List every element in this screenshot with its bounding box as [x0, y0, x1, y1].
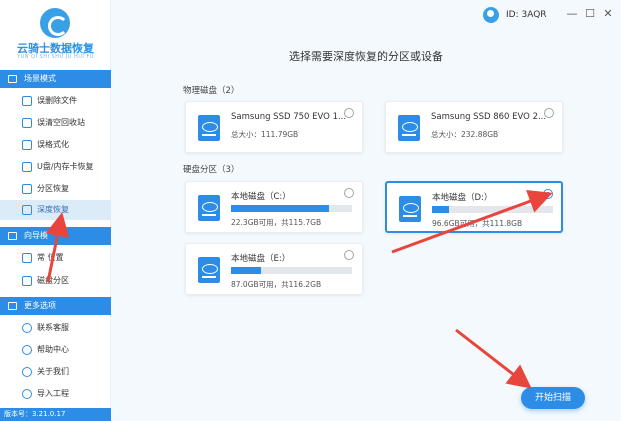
- page-title: 选择需要深度恢复的分区或设备: [289, 50, 443, 63]
- minimize-button[interactable]: —: [565, 7, 579, 21]
- partition-icon: [198, 195, 220, 221]
- sidebar-item-contact-support[interactable]: 联系客服: [0, 318, 111, 338]
- info-icon: [22, 367, 32, 377]
- usage-bar-fill: [231, 267, 262, 274]
- sidebar-item-disk-partition[interactable]: 磁盘分区: [0, 271, 111, 291]
- partition-card-d[interactable]: 本地磁盘（D:） 96.6GB可用，共111.8GB: [385, 181, 563, 233]
- sidebar-item-deleted-files[interactable]: 误删除文件: [0, 91, 111, 111]
- section-header-wizard-mode: 向导模: [0, 227, 111, 245]
- usage-bar-fill: [432, 206, 449, 213]
- partition-card-e[interactable]: 本地磁盘（E:） 87.0GB可用，共116.2GB: [185, 243, 363, 295]
- partition-space: 96.6GB可用，共111.8GB: [432, 219, 523, 228]
- physical-disk-card-1[interactable]: Samsung SSD 750 EVO 1... 总大小：111.79GB: [185, 101, 363, 153]
- select-radio[interactable]: [543, 189, 553, 199]
- sidebar-item-usb-card[interactable]: U盘/内存卡恢复: [0, 157, 111, 177]
- sidebar-item-format[interactable]: 误格式化: [0, 135, 111, 155]
- support-icon: [22, 323, 32, 333]
- usage-bar-fill: [231, 205, 329, 212]
- partition-space: 87.0GB可用，共116.2GB: [231, 280, 322, 289]
- partition-card-c[interactable]: 本地磁盘（C:） 22.3GB可用，共115.7GB: [185, 181, 363, 233]
- disk-size: 总大小：232.88GB: [431, 130, 499, 139]
- disk-name: Samsung SSD 750 EVO 1...: [231, 112, 347, 122]
- app-logo: 云骑士数据恢复 YUN QI SHI SHU JU HUI FU: [0, 0, 111, 66]
- sidebar-item-about-us[interactable]: 关于我们: [0, 362, 111, 382]
- app-subtitle: YUN QI SHI SHU JU HUI FU: [17, 54, 94, 60]
- select-radio[interactable]: [544, 108, 554, 118]
- import-icon: [22, 389, 32, 399]
- partition-name: 本地磁盘（E:）: [231, 254, 291, 264]
- partition-icon: [198, 257, 220, 283]
- usage-bar: [432, 206, 553, 213]
- physical-disk-label: 物理磁盘（2）: [183, 86, 240, 96]
- usage-bar: [231, 205, 352, 212]
- sidebar-item-partition-recovery[interactable]: 分区恢复: [0, 179, 111, 199]
- format-icon: [22, 140, 32, 150]
- wizard-icon: [8, 232, 17, 240]
- deep-scan-icon: [22, 205, 32, 215]
- start-scan-button[interactable]: 开始扫描: [521, 387, 585, 409]
- disk-icon: [398, 115, 420, 141]
- partition-space: 22.3GB可用，共115.7GB: [231, 218, 322, 227]
- logo-icon: [40, 8, 70, 38]
- sidebar-item-import-project[interactable]: 导入工程: [0, 384, 111, 404]
- select-radio[interactable]: [344, 108, 354, 118]
- close-button[interactable]: ✕: [601, 7, 615, 21]
- select-radio[interactable]: [344, 188, 354, 198]
- section-header-more-options: 更多选项: [0, 297, 111, 315]
- partition-label: 硬盘分区（3）: [183, 165, 240, 175]
- partition-name: 本地磁盘（C:）: [231, 192, 291, 202]
- maximize-button[interactable]: ☐: [583, 7, 597, 21]
- trash-icon: [22, 96, 32, 106]
- user-id: ID: 3AQR: [506, 10, 547, 20]
- location-icon: [22, 253, 32, 263]
- partition-icon: [22, 184, 32, 194]
- recycle-bin-icon: [22, 118, 32, 128]
- disk-icon: [198, 115, 220, 141]
- physical-disk-card-2[interactable]: Samsung SSD 860 EVO 2... 总大小：232.88GB: [385, 101, 563, 153]
- monitor-icon: [8, 75, 17, 83]
- sidebar-item-help-center[interactable]: 帮助中心: [0, 340, 111, 360]
- section-header-scene-mode: 场景模式: [0, 70, 111, 88]
- help-icon: [22, 345, 32, 355]
- sidebar: 云骑士数据恢复 YUN QI SHI SHU JU HUI FU 场景模式 误删…: [0, 0, 111, 421]
- main-area: ID: 3AQR — ☐ ✕ 选择需要深度恢复的分区或设备 物理磁盘（2） Sa…: [111, 0, 621, 421]
- menu-icon: [8, 302, 17, 310]
- sidebar-item-common-location[interactable]: 常 位置: [0, 248, 111, 268]
- partition-name: 本地磁盘（D:）: [432, 193, 493, 203]
- usb-icon: [22, 162, 32, 172]
- disk-icon: [22, 276, 32, 286]
- sidebar-item-deep-recovery[interactable]: 深度恢复: [0, 200, 111, 220]
- select-radio[interactable]: [344, 250, 354, 260]
- version-label: 版本号：3.21.0.17: [0, 408, 111, 421]
- usage-bar: [231, 267, 352, 274]
- disk-name: Samsung SSD 860 EVO 2...: [431, 112, 547, 122]
- disk-size: 总大小：111.79GB: [231, 130, 299, 139]
- user-avatar-icon[interactable]: [483, 7, 499, 23]
- partition-icon: [399, 196, 421, 222]
- sidebar-item-recycle-bin[interactable]: 误清空回收站: [0, 113, 111, 133]
